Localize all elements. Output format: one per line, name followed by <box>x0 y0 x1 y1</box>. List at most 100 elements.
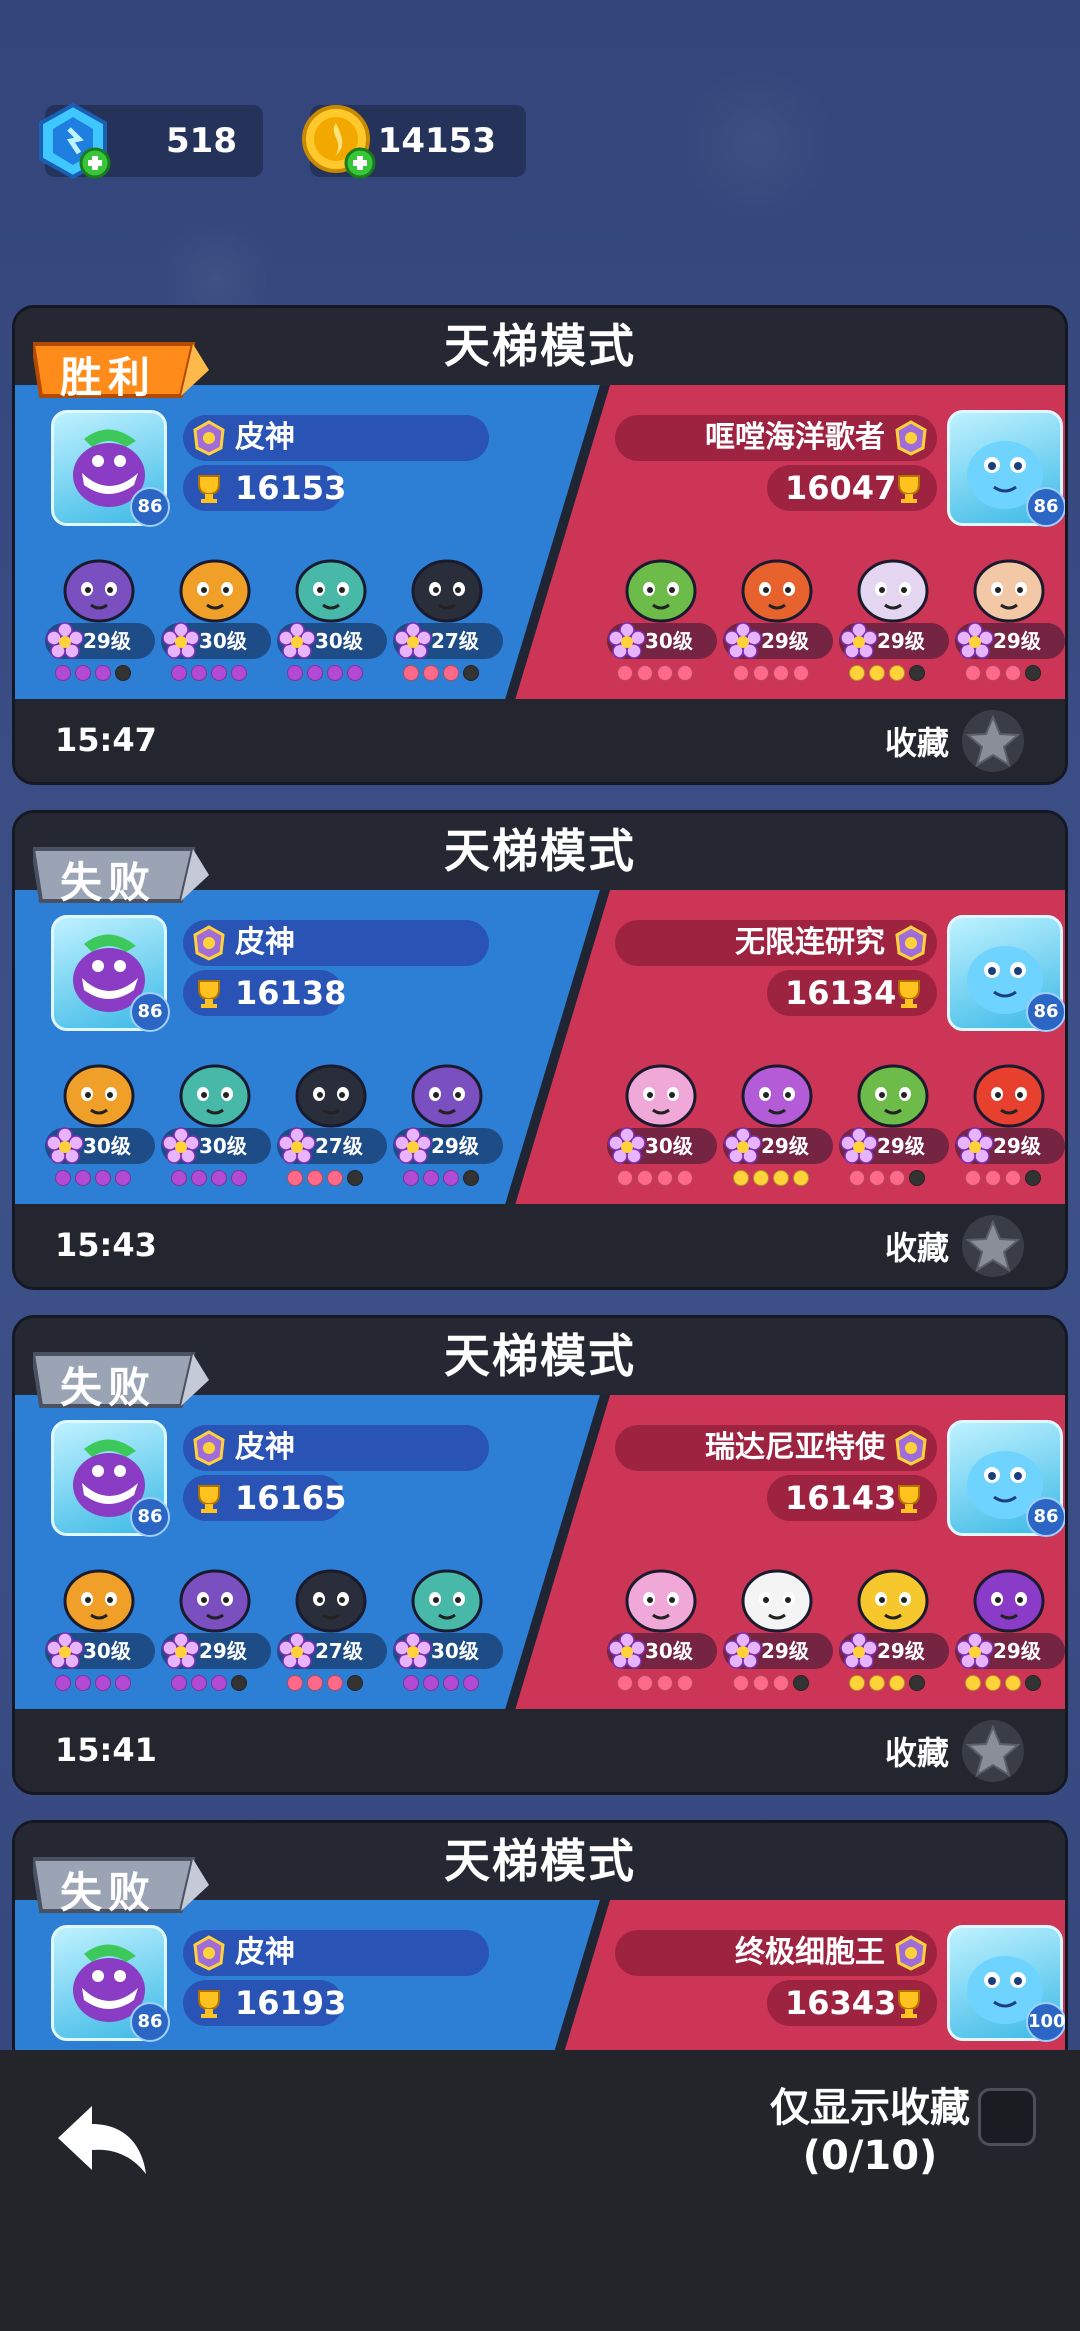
star-flower-icon <box>394 622 432 659</box>
star-dot <box>617 665 633 681</box>
favorites-count: (0/10) <box>802 2133 938 2179</box>
opponent-name-text: 瑞达尼亚特使 <box>705 1430 885 1465</box>
my-avatar[interactable]: 86 <box>51 1420 170 1537</box>
opponent-pet[interactable]: 29级 <box>955 545 1065 685</box>
star-dot <box>327 1170 343 1186</box>
star-dot <box>677 665 693 681</box>
star-dot <box>909 1675 925 1691</box>
star-dot <box>231 665 247 681</box>
match-arena: 86 皮神 16193 终极细胞王 16343 100 <box>15 1900 1065 2067</box>
pet-star-dots <box>287 1675 363 1691</box>
favorite-button[interactable]: 收藏 <box>885 1719 1025 1783</box>
opponent-pet[interactable]: 30级 <box>607 1050 717 1190</box>
my-trophy-count: 16165 <box>235 1479 347 1517</box>
opponent-pet[interactable]: 29级 <box>955 1555 1065 1695</box>
match-card[interactable]: 天梯模式 86 皮神 16153 哐嘡海洋歌者 16047 86 29级 30级 30级 27级 30… <box>12 305 1068 785</box>
star-dot <box>637 1170 653 1186</box>
my-pet[interactable]: 27级 <box>277 1050 387 1190</box>
coin-counter[interactable]: 14153 <box>302 105 526 179</box>
opponent-pet[interactable]: 29级 <box>723 1050 833 1190</box>
my-pet[interactable]: 29级 <box>393 1050 503 1190</box>
my-trophies: 16193 <box>183 1980 346 2026</box>
star-dot <box>287 1170 303 1186</box>
match-card[interactable]: 天梯模式 86 皮神 16193 终极细胞王 16343 100 失败 <box>12 1820 1068 2070</box>
pet-star-dots <box>849 1170 925 1186</box>
star-dot <box>889 1675 905 1691</box>
star-dot <box>889 1170 905 1186</box>
favorite-label: 收藏 <box>884 1734 949 1772</box>
opponent-pet[interactable]: 29级 <box>839 545 949 685</box>
my-avatar[interactable]: 86 <box>51 915 170 1032</box>
gem-counter[interactable]: 518 <box>39 102 263 180</box>
opponent-name: 瑞达尼亚特使 <box>615 1425 937 1471</box>
pet-star-dots <box>849 1675 925 1691</box>
my-avatar[interactable]: 86 <box>51 1925 170 2042</box>
opponent-trophy-count: 16343 <box>785 1984 897 2022</box>
opponent-pet[interactable]: 29级 <box>839 1050 949 1190</box>
star-dot <box>773 665 789 681</box>
match-card[interactable]: 天梯模式 86 皮神 16165 瑞达尼亚特使 16143 86 30级 29级 27级 30级 30… <box>12 1315 1068 1795</box>
opponent-level-badge: 100 <box>1026 2002 1065 2042</box>
only-favorites-checkbox[interactable] <box>978 2088 1036 2146</box>
star-dot <box>191 1170 207 1186</box>
opponent-avatar[interactable]: 86 <box>947 410 1065 527</box>
star-flower-icon <box>46 1632 84 1669</box>
my-pet[interactable]: 29级 <box>45 545 155 685</box>
back-arrow-icon[interactable] <box>52 2100 152 2180</box>
star-dot <box>443 1170 459 1186</box>
star-flower-icon <box>608 1127 646 1164</box>
match-card[interactable]: 天梯模式 86 皮神 16138 无限连研究 16134 86 30级 30级 27级 29级 30级… <box>12 810 1068 1290</box>
pet-star-dots <box>617 1675 693 1691</box>
opponent-name: 终极细胞王 <box>615 1930 937 1976</box>
my-pet[interactable]: 30级 <box>161 545 271 685</box>
favorite-button[interactable]: 收藏 <box>885 709 1025 773</box>
opponent-avatar[interactable]: 86 <box>947 1420 1065 1537</box>
opponent-pet[interactable]: 30级 <box>607 1555 717 1695</box>
my-pet[interactable]: 30级 <box>45 1050 155 1190</box>
my-pet[interactable]: 29级 <box>161 1555 271 1695</box>
match-footer: 15:47 收藏 <box>15 699 1065 782</box>
star-dot <box>287 1675 303 1691</box>
my-level-badge: 86 <box>130 992 170 1032</box>
star-dot <box>443 1675 459 1691</box>
opponent-avatar[interactable]: 100 <box>947 1925 1065 2042</box>
opponent-pet[interactable]: 29级 <box>723 1555 833 1695</box>
result-text: 失败 <box>59 1363 156 1412</box>
my-pet[interactable]: 27级 <box>393 545 503 685</box>
opponent-pet[interactable]: 29级 <box>955 1050 1065 1190</box>
star-dot <box>55 1675 71 1691</box>
my-pet[interactable]: 27级 <box>277 1555 387 1695</box>
my-name-text: 皮神 <box>235 1935 295 1970</box>
star-dot <box>55 1170 71 1186</box>
my-name-text: 皮神 <box>235 925 295 960</box>
my-pet[interactable]: 30级 <box>45 1555 155 1695</box>
opponent-name-text: 无限连研究 <box>735 925 885 960</box>
my-pet[interactable]: 30级 <box>161 1050 271 1190</box>
opponent-pet[interactable]: 30级 <box>607 545 717 685</box>
pet-star-dots <box>617 1170 693 1186</box>
match-arena: 86 皮神 16153 哐嘡海洋歌者 16047 86 29级 30级 30级 27级 30级 29级… <box>15 385 1065 700</box>
opponent-avatar[interactable]: 86 <box>947 915 1065 1032</box>
my-avatar[interactable]: 86 <box>51 410 170 527</box>
favorite-button[interactable]: 收藏 <box>885 1214 1025 1278</box>
opponent-trophies: 16343 <box>767 1980 937 2026</box>
opponent-pet[interactable]: 29级 <box>839 1555 949 1695</box>
pet-star-dots <box>733 665 809 681</box>
only-favorites-toggle-label[interactable]: 仅显示收藏 (0/10) <box>740 2084 1000 2180</box>
star-dot <box>753 665 769 681</box>
star-dot <box>773 1170 789 1186</box>
star-dot <box>1005 1170 1021 1186</box>
defeat-ribbon: 失败 <box>33 845 209 907</box>
pet-star-dots <box>171 665 247 681</box>
my-pet[interactable]: 30级 <box>277 545 387 685</box>
opponent-pet[interactable]: 29级 <box>723 545 833 685</box>
star-dot <box>463 1170 479 1186</box>
star-dot <box>965 1170 981 1186</box>
star-flower-icon <box>956 1127 994 1164</box>
my-pet[interactable]: 30级 <box>393 1555 503 1695</box>
trophy-icon <box>898 980 920 1008</box>
star-flower-icon <box>394 1632 432 1669</box>
star-icon <box>962 710 1024 772</box>
star-dot <box>115 1675 131 1691</box>
trophy-icon <box>198 475 220 503</box>
